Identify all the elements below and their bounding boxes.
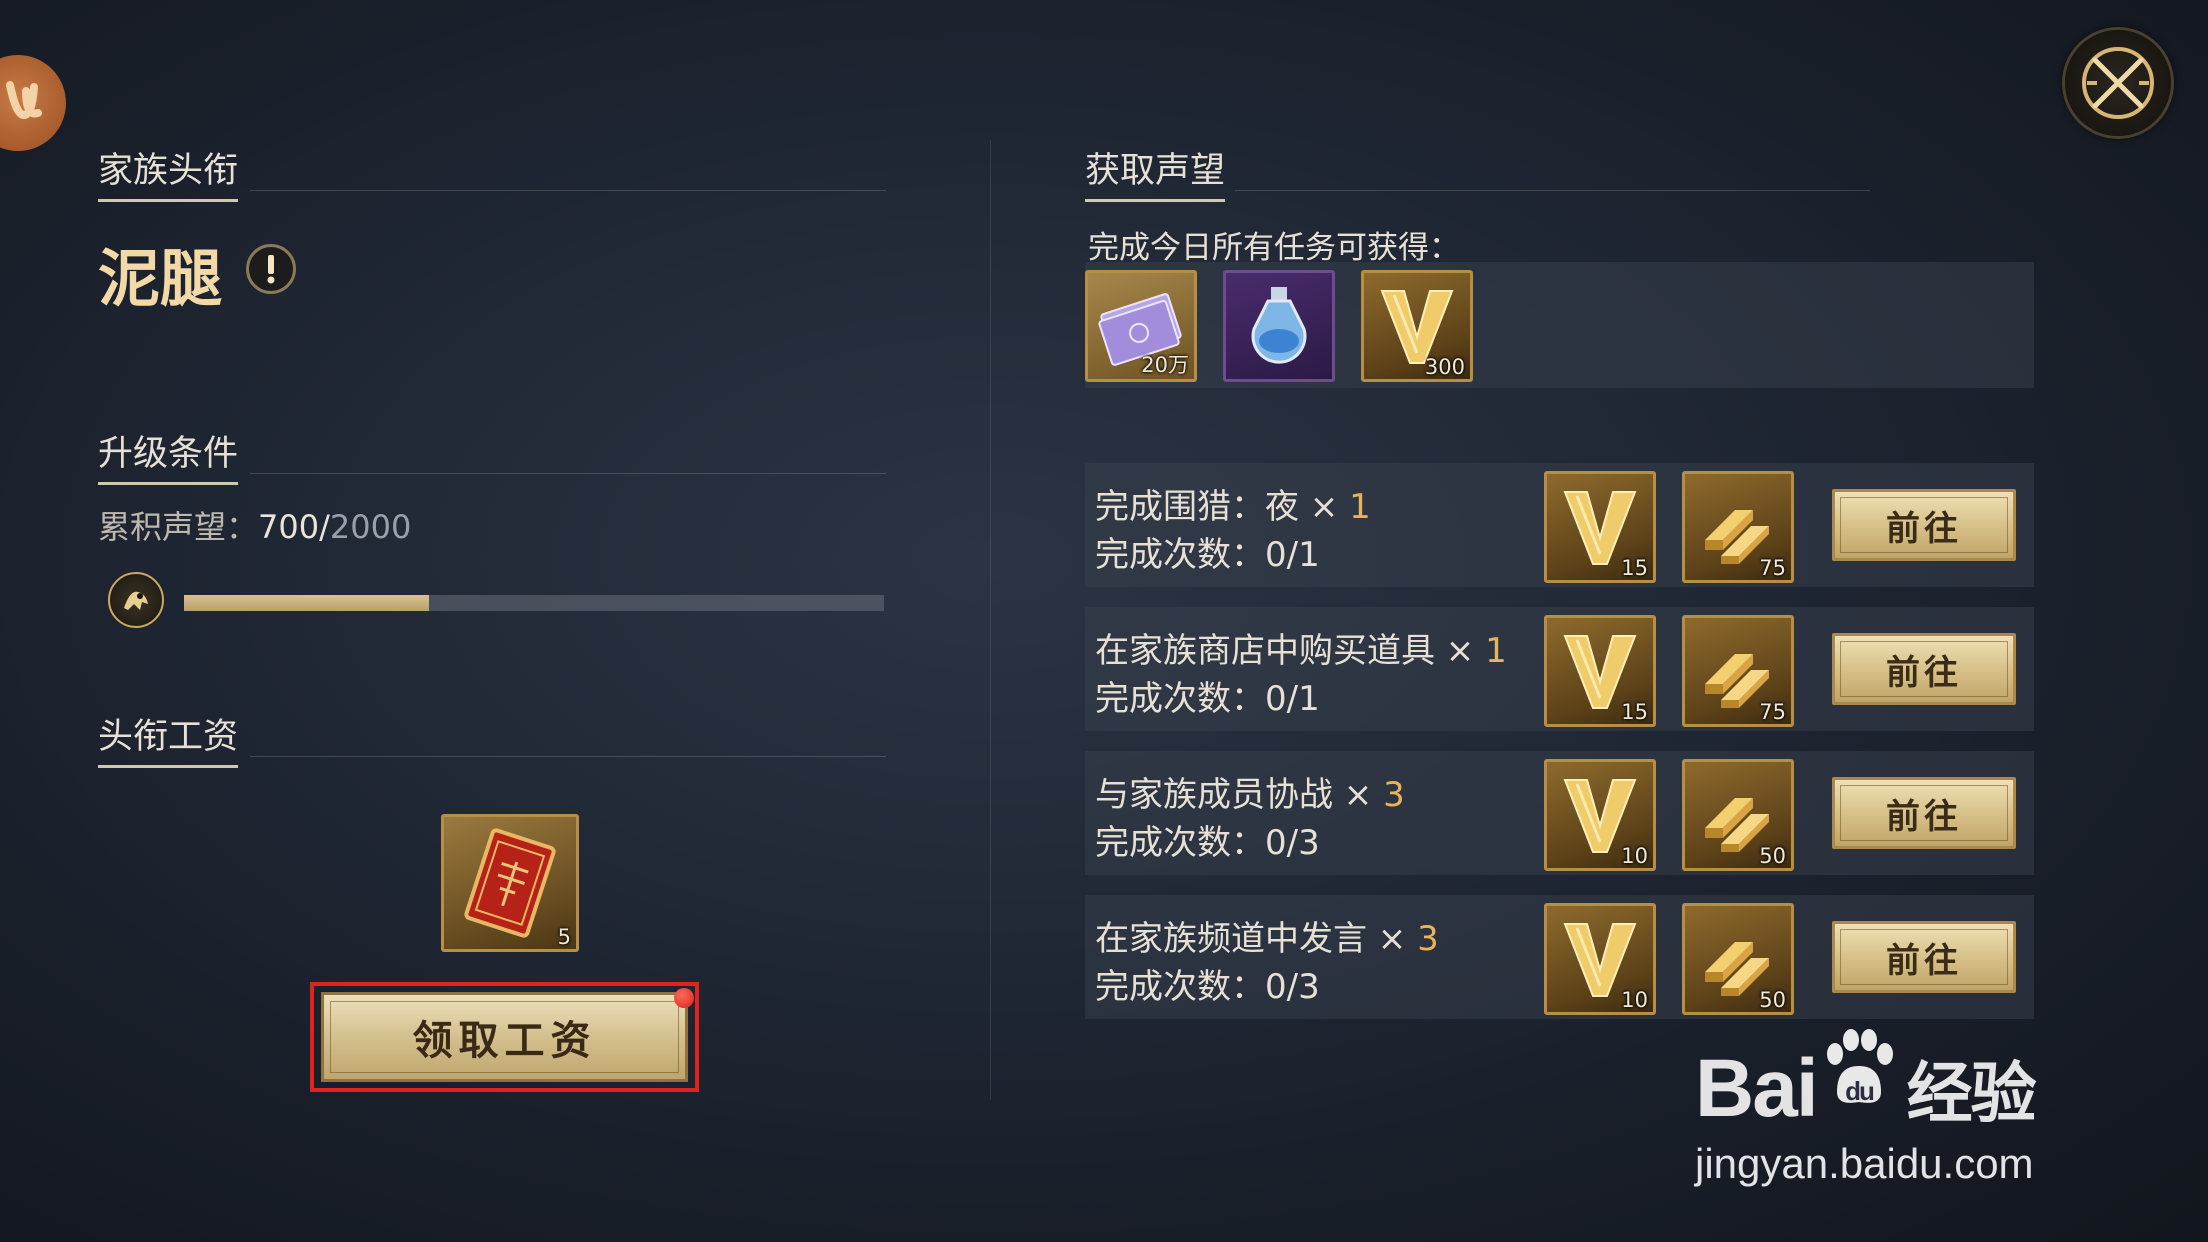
task-reward-gold[interactable]: 75 bbox=[1682, 471, 1794, 583]
reward-count: 50 bbox=[1759, 844, 1786, 868]
task-reward-gold[interactable]: 50 bbox=[1682, 903, 1794, 1015]
task-count: 完成次数：0/3 bbox=[1095, 967, 1320, 1007]
task-progress: 0/3 bbox=[1265, 967, 1320, 1007]
salary-header: 头衔工资 bbox=[98, 708, 239, 768]
notification-dot bbox=[674, 988, 694, 1008]
task-row: 完成围猎：夜 × 1 完成次数：0/1 15 75 前往 bbox=[1085, 463, 2034, 587]
upgrade-header: 升级条件 bbox=[98, 425, 239, 485]
close-button[interactable] bbox=[2065, 30, 2171, 136]
reward-count: 15 bbox=[1621, 556, 1648, 580]
reward-count: 15 bbox=[1621, 700, 1648, 724]
daily-reward-silver-note[interactable]: 20万 bbox=[1085, 270, 1197, 382]
close-icon bbox=[2082, 47, 2154, 119]
daily-reward-potion[interactable] bbox=[1223, 270, 1335, 382]
task-row: 与家族成员协战 × 3 完成次数：0/3 10 50 前往 bbox=[1085, 751, 2034, 875]
task-progress: 0/1 bbox=[1265, 535, 1320, 575]
family-title-header: 家族头衔 bbox=[98, 142, 239, 202]
go-button[interactable]: 前往 bbox=[1832, 921, 2016, 993]
info-icon[interactable] bbox=[246, 244, 296, 294]
task-count: 完成次数：0/1 bbox=[1095, 535, 1320, 575]
reward-count: 75 bbox=[1759, 700, 1786, 724]
task-count: 完成次数：0/1 bbox=[1095, 679, 1320, 719]
task-name: 完成围猎：夜 × 1 bbox=[1095, 487, 1371, 527]
section-divider bbox=[1235, 190, 1870, 191]
salary-item[interactable]: 5 bbox=[441, 814, 579, 952]
go-button-label: 前往 bbox=[1886, 796, 1962, 837]
task-row: 在家族商店中购买道具 × 1 完成次数：0/1 15 75 前往 bbox=[1085, 607, 2034, 731]
potion-bottle-icon bbox=[1251, 287, 1307, 364]
reputation-emblem-icon bbox=[108, 572, 164, 628]
task-times: 1 bbox=[1349, 487, 1371, 527]
go-button[interactable]: 前往 bbox=[1832, 489, 2016, 561]
task-name: 与家族成员协战 × 3 bbox=[1095, 775, 1405, 815]
section-divider bbox=[250, 756, 886, 757]
go-button-label: 前往 bbox=[1886, 508, 1962, 549]
watermark-url: jingyan.baidu.com bbox=[1695, 1140, 2034, 1187]
reputation-text: 累积声望：700/2000 bbox=[98, 502, 411, 548]
task-times: 3 bbox=[1383, 775, 1405, 815]
go-button-label: 前往 bbox=[1886, 940, 1962, 981]
task-reward-reputation[interactable]: 15 bbox=[1544, 471, 1656, 583]
daily-rewards-text: 完成今日所有任务可获得： bbox=[1088, 230, 1460, 266]
reward-count: 20万 bbox=[1141, 353, 1189, 377]
task-reward-reputation[interactable]: 10 bbox=[1544, 759, 1656, 871]
rank-name: 泥腿 bbox=[98, 242, 223, 315]
red-envelope-icon bbox=[464, 828, 556, 938]
go-button[interactable]: 前往 bbox=[1832, 777, 2016, 849]
reputation-progress-fill bbox=[184, 595, 429, 611]
paw-icon: du bbox=[1817, 1029, 1901, 1122]
reputation-current: 700 bbox=[258, 508, 320, 546]
task-row: 在家族频道中发言 × 3 完成次数：0/3 10 50 前往 bbox=[1085, 895, 2034, 1019]
panel-divider bbox=[990, 140, 991, 1100]
task-name: 在家族商店中购买道具 × 1 bbox=[1095, 631, 1507, 671]
avatar-badge-icon[interactable] bbox=[0, 55, 66, 151]
gain-reputation-header: 获取声望 bbox=[1085, 142, 1226, 202]
baidu-watermark: Bai du 经验 jingyan.baidu.com bbox=[1695, 1010, 2115, 1200]
daily-reward-reputation[interactable]: 300 bbox=[1361, 270, 1473, 382]
reward-count: 50 bbox=[1759, 988, 1786, 1012]
task-name: 在家族频道中发言 × 3 bbox=[1095, 919, 1439, 959]
reputation-total: 2000 bbox=[329, 508, 412, 546]
reward-count: 75 bbox=[1759, 556, 1786, 580]
task-times: 1 bbox=[1485, 631, 1507, 671]
task-reward-reputation[interactable]: 15 bbox=[1544, 615, 1656, 727]
reward-count: 300 bbox=[1424, 355, 1465, 379]
reward-count: 10 bbox=[1621, 988, 1648, 1012]
task-progress: 0/3 bbox=[1265, 823, 1320, 863]
reward-count: 10 bbox=[1621, 844, 1648, 868]
claim-salary-label: 领取工资 bbox=[412, 1017, 597, 1064]
reputation-progress-bar bbox=[184, 595, 884, 611]
task-reward-gold[interactable]: 50 bbox=[1682, 759, 1794, 871]
task-times: 3 bbox=[1417, 919, 1439, 959]
section-divider bbox=[250, 473, 886, 474]
task-reward-reputation[interactable]: 10 bbox=[1544, 903, 1656, 1015]
item-count: 5 bbox=[557, 925, 571, 949]
reputation-label: 累积声望： bbox=[98, 508, 259, 546]
claim-salary-button[interactable]: 领取工资 bbox=[321, 992, 688, 1082]
go-button[interactable]: 前往 bbox=[1832, 633, 2016, 705]
go-button-label: 前往 bbox=[1886, 652, 1962, 693]
svg-text:du: du bbox=[1845, 1076, 1874, 1106]
task-reward-gold[interactable]: 75 bbox=[1682, 615, 1794, 727]
section-divider bbox=[250, 190, 886, 191]
reputation-separator: / bbox=[319, 508, 330, 546]
watermark-brand: Bai du 经验 bbox=[1695, 1029, 2037, 1136]
task-progress: 0/1 bbox=[1265, 679, 1320, 719]
task-count: 完成次数：0/3 bbox=[1095, 823, 1320, 863]
